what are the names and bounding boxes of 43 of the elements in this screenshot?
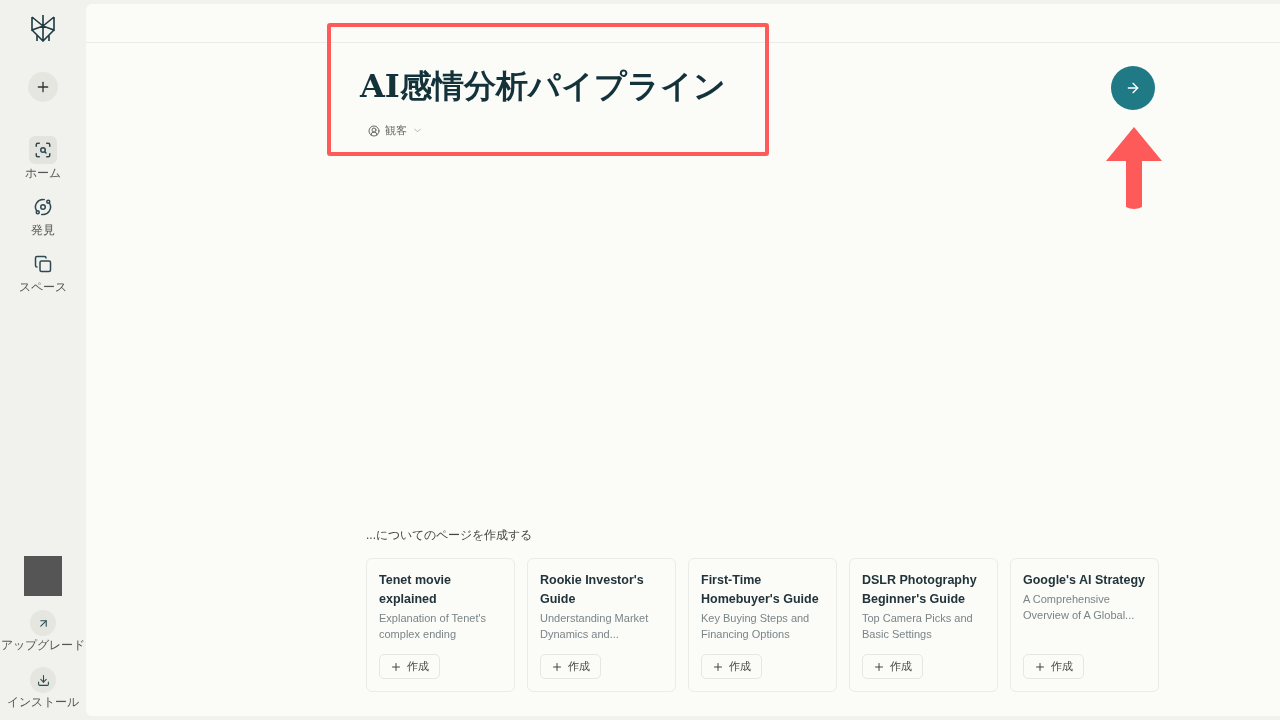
plus-icon — [35, 79, 51, 95]
card-title: Tenet movie explained — [379, 572, 452, 608]
card-title: First-Time Homebuyer's Guide — [701, 572, 820, 608]
nav-item[interactable]: スペース — [19, 250, 67, 295]
create-button[interactable]: 作成 — [701, 654, 762, 679]
suggestion-card[interactable]: Google's AI Strategy A Comprehensive Overview of A Global... 作成 — [1010, 558, 1159, 692]
suggestion-card[interactable]: Tenet movie explained Explanation of Tenet's complex ending 作成 — [366, 558, 515, 692]
page-title: AI感情分析パイプライン — [360, 66, 726, 107]
suggestion-card[interactable]: First-Time Homebuyer's Guide Key Buying Steps and Financing Options 作成 — [688, 558, 837, 692]
create-button[interactable]: 作成 — [862, 654, 923, 679]
card-description: Understanding Market Dynamics and... — [540, 611, 650, 642]
suggestions-heading: ...についてのページを作成する — [366, 527, 533, 544]
sidebar-button[interactable]: インストール — [7, 667, 79, 710]
submit-button[interactable] — [1111, 66, 1155, 110]
globe-icon — [34, 198, 52, 216]
card-description: Top Camera Picks and Basic Settings — [862, 611, 974, 642]
audience-dropdown[interactable]: 観客 — [368, 123, 423, 138]
create-button[interactable]: 作成 — [540, 654, 601, 679]
card-title: DSLR Photography Beginner's Guide — [862, 572, 978, 608]
card-title: Google's AI Strategy — [1023, 572, 1146, 589]
nav-item[interactable]: ホーム — [25, 136, 61, 181]
suggestion-card[interactable]: Rookie Investor's Guide Understanding Market Dynamics and... 作成 — [527, 558, 676, 692]
plus-icon — [712, 660, 724, 673]
suggestion-card[interactable]: DSLR Photography Beginner's Guide Top Camera Picks and Basic Settings 作成 — [849, 558, 998, 692]
stacked-squares-icon — [34, 255, 52, 273]
new-button[interactable] — [28, 72, 58, 102]
user-icon — [368, 124, 380, 137]
card-title: Rookie Investor's Guide — [540, 572, 645, 608]
create-button[interactable]: 作成 — [1023, 654, 1084, 679]
sidebar-button[interactable]: アップグレード — [1, 610, 85, 653]
search-icon — [34, 141, 52, 159]
card-description: Key Buying Steps and Financing Options — [701, 611, 811, 642]
plus-icon — [551, 660, 563, 673]
plus-icon — [1034, 660, 1046, 673]
nav-item[interactable]: 発見 — [29, 193, 57, 238]
create-button[interactable]: 作成 — [379, 654, 440, 679]
download-icon — [36, 673, 50, 687]
arrow-right-icon — [1125, 80, 1141, 96]
plus-icon — [390, 660, 402, 673]
logo-icon — [30, 14, 56, 42]
card-description: Explanation of Tenet's complex ending — [379, 611, 488, 642]
plus-icon — [873, 660, 885, 673]
card-description: A Comprehensive Overview of A Global... — [1023, 592, 1136, 623]
